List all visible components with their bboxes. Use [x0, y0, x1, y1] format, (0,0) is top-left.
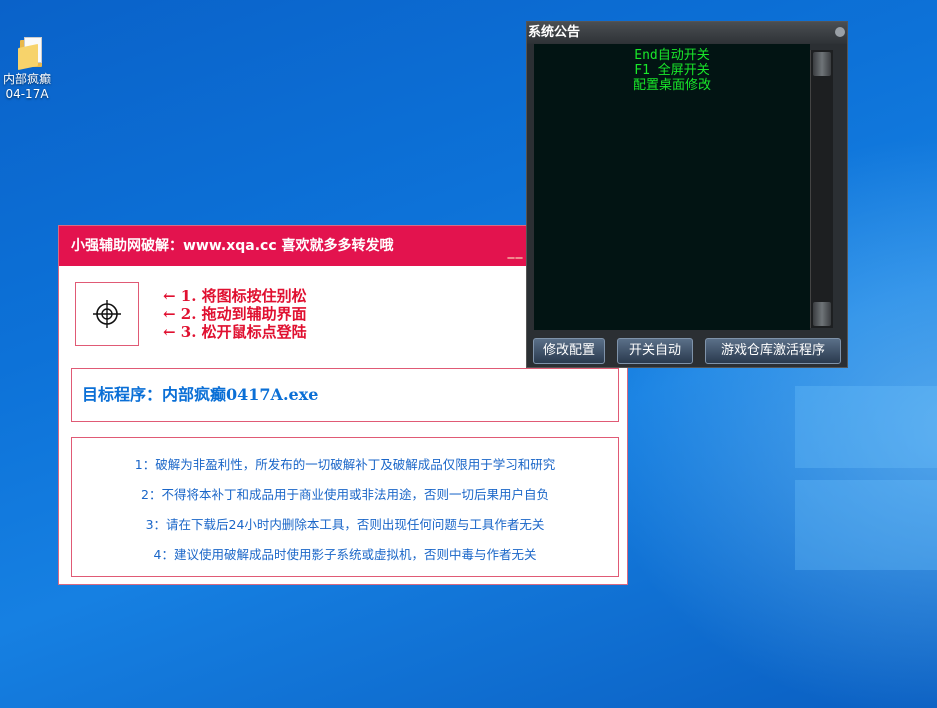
announcement-button-row: 修改配置 开关自动 游戏仓库激活程序 [527, 336, 847, 366]
tool-title: 小强辅助网破解：www.xqa.cc 喜欢就多多转发哦 [71, 238, 394, 254]
disclaimer-line-4: 4：建议使用破解成品时使用影子系统或虚拟机，否则中毒与作者无关 [153, 547, 537, 562]
announcement-content: End自动开关 F1 全屏开关 配置桌面修改 [534, 44, 810, 330]
system-announcement-window: 系统公告 End自动开关 F1 全屏开关 配置桌面修改 修改配置 开关自动 游戏… [526, 21, 848, 368]
instruction-steps: ← 1. 将图标按住别松 ← 2. 拖动到辅助界面 ← 3. 松开鼠标点登陆 [163, 287, 307, 341]
drag-target-box[interactable] [75, 282, 139, 346]
close-icon[interactable] [835, 27, 845, 37]
background-pane [795, 386, 937, 468]
desktop-icon-folder[interactable]: 内部疯癫 04-17A [0, 36, 62, 102]
desktop-icon-label-2: 04-17A [5, 87, 49, 101]
desktop-icon-label: 内部疯癫 [2, 72, 51, 86]
announcement-line-2: F1 全屏开关 [634, 63, 710, 78]
disclaimer-line-1: 1：破解为非盈利性，所发布的一切破解补丁及破解成品仅限用于学习和研究 [134, 457, 556, 472]
announcement-title-bar[interactable]: 系统公告 [527, 22, 847, 44]
target-program-label: 目标程序：内部疯癫0417A.exe [71, 368, 619, 422]
disclaimer-line-3: 3：请在下载后24小时内删除本工具，否则出现任何问题与工具作者无关 [145, 517, 545, 532]
announcement-line-3: 配置桌面修改 [632, 78, 711, 93]
step-1: ← 1. 将图标按住别松 [163, 287, 307, 305]
step-3: ← 3. 松开鼠标点登陆 [163, 323, 307, 341]
disclaimer-line-2: 2：不得将本补丁和成品用于商业使用或非法用途，否则一切后果用户自负 [141, 487, 549, 502]
scroll-up-arrow[interactable] [813, 52, 831, 76]
minimize-button[interactable]: —— [507, 238, 523, 278]
disclaimer-box: 1：破解为非盈利性，所发布的一切破解补丁及破解成品仅限用于学习和研究 2：不得将… [71, 437, 619, 577]
activate-warehouse-button[interactable]: 游戏仓库激活程序 [705, 338, 841, 364]
toggle-auto-button[interactable]: 开关自动 [617, 338, 693, 364]
background-pane [795, 480, 937, 570]
folder-icon [18, 36, 44, 71]
scroll-down-arrow[interactable] [813, 302, 831, 326]
announcement-line-1: End自动开关 [634, 48, 710, 63]
crosshair-icon[interactable] [92, 299, 122, 329]
step-2: ← 2. 拖动到辅助界面 [163, 305, 307, 323]
edit-config-button[interactable]: 修改配置 [533, 338, 605, 364]
announcement-title: 系统公告 [528, 25, 581, 40]
announcement-scrollbar[interactable] [810, 50, 833, 328]
